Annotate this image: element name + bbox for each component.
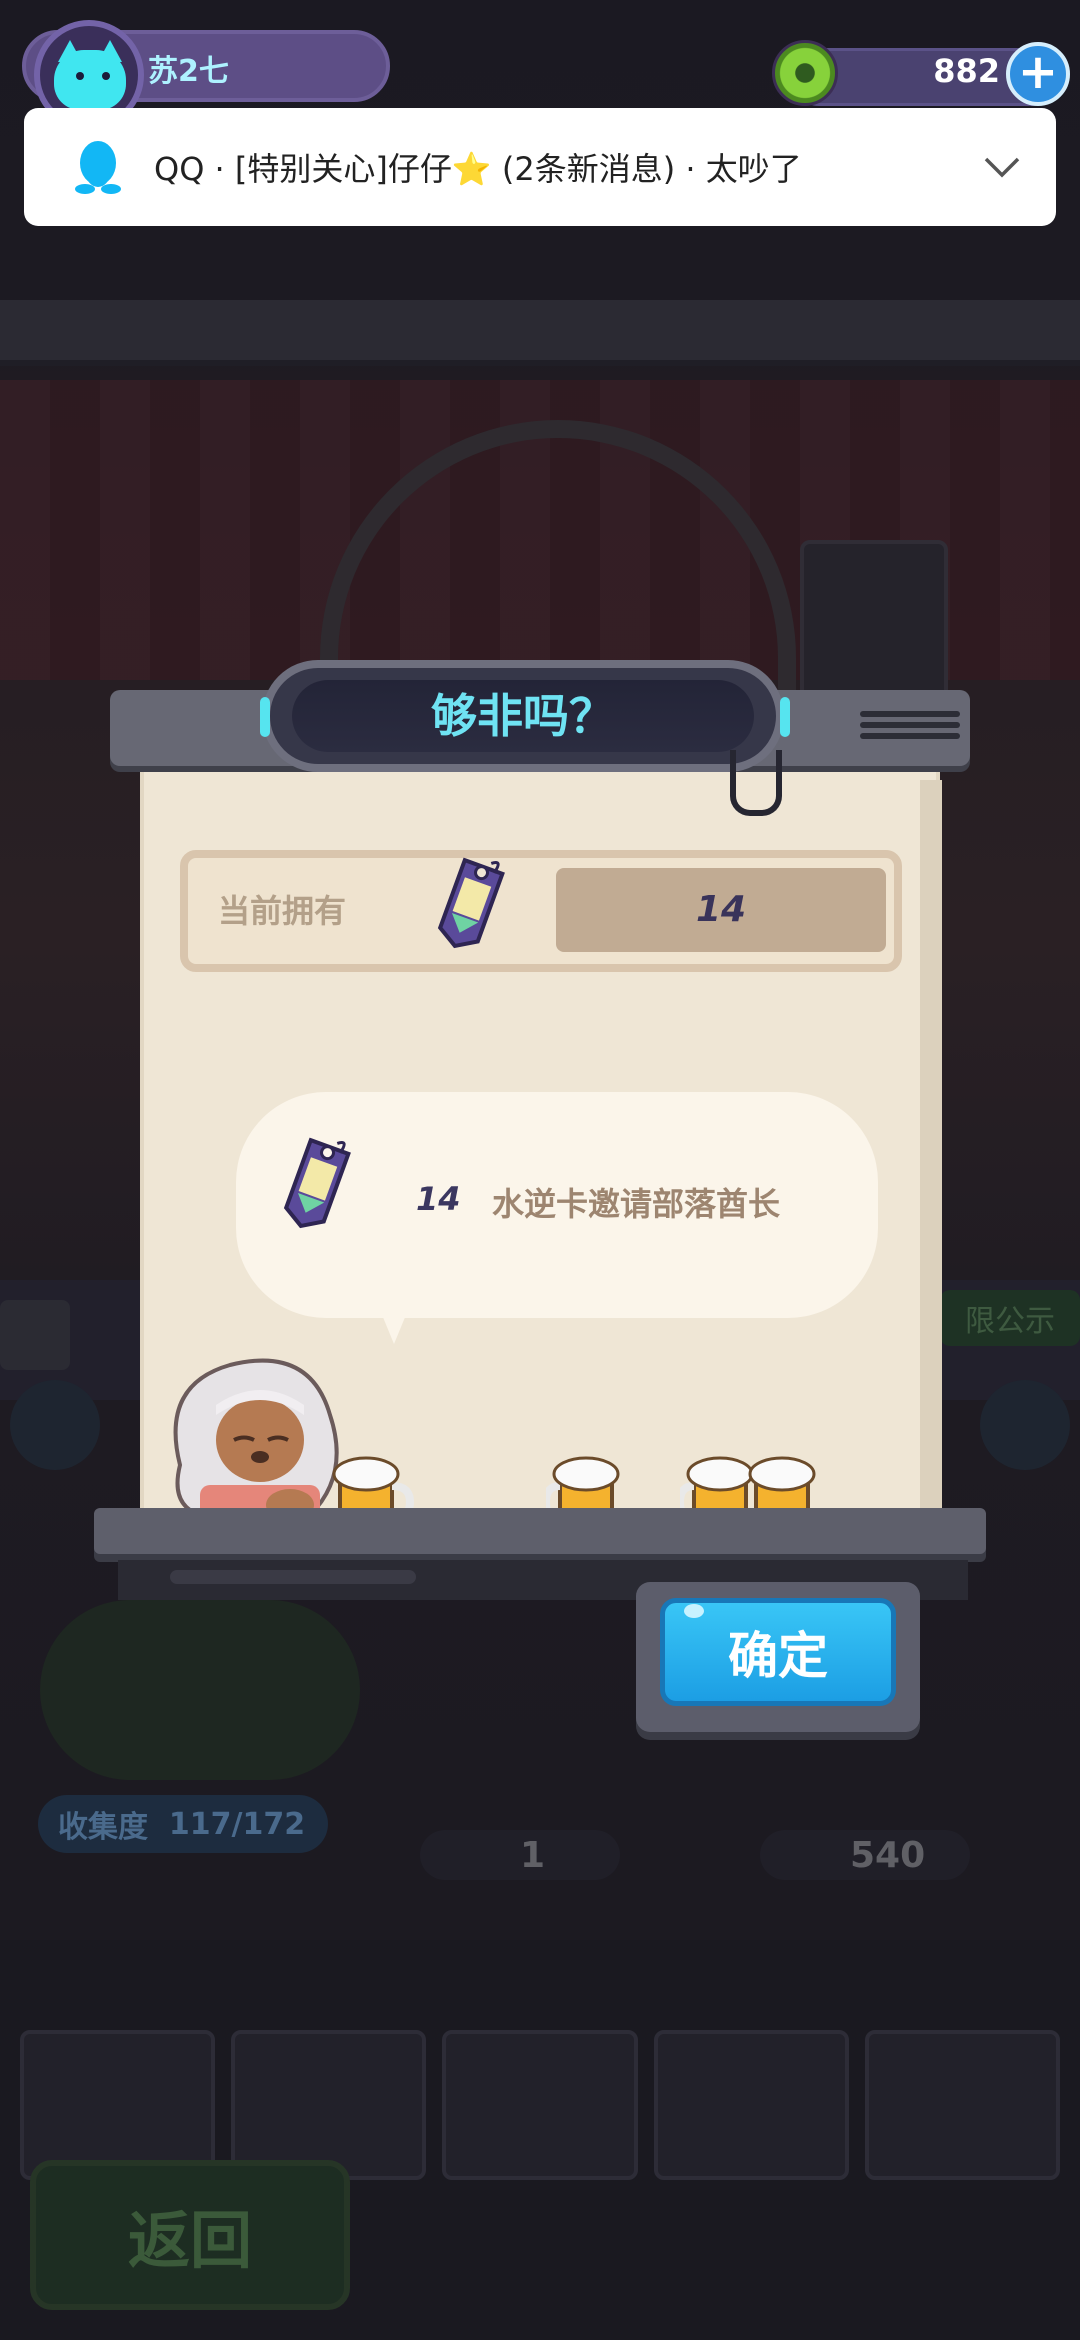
item-slot [20, 2030, 216, 2180]
hook-decoration [730, 750, 782, 816]
ticket-icon [272, 1130, 368, 1244]
item-slot [653, 2030, 849, 2180]
invite-message: 水逆卡邀请部落酋长 [492, 1185, 781, 1223]
chevron-down-icon[interactable] [982, 147, 1022, 187]
player-name: 苏2七 [148, 54, 229, 89]
character-silhouette [40, 1600, 360, 1780]
owned-label: 当前拥有 [218, 892, 347, 930]
paper-edge [920, 780, 942, 1540]
qq-penguin-icon [72, 137, 124, 197]
item-slot [231, 2030, 427, 2180]
item-row [20, 2030, 1061, 2180]
item-count: 1 [420, 1830, 620, 1880]
dialog-title: 够非吗？ [431, 689, 615, 743]
back-button[interactable]: 返回 [30, 2160, 350, 2310]
collection-progress: 收集度 117/172 [38, 1795, 328, 1853]
notification-text: QQ · [特别关心]仔仔⭐ (2条新消息) · 太吵了 [154, 150, 802, 188]
required-count: 14 [416, 1180, 461, 1218]
item-slot [442, 2030, 638, 2180]
coin-icon [772, 40, 838, 106]
side-ticket-icon [0, 1300, 70, 1370]
coin-count: 540 [760, 1830, 970, 1880]
dialog-shelf [94, 1508, 986, 1554]
coin-value: 882 [933, 52, 1000, 90]
side-badge: 限公示 [940, 1290, 1080, 1346]
qq-notification[interactable]: QQ · [特别关心]仔仔⭐ (2条新消息) · 太吵了 [24, 108, 1056, 226]
owned-count: 14 [695, 889, 747, 930]
cat-avatar-icon [54, 50, 126, 110]
prev-arrow-icon [10, 1380, 100, 1470]
add-coin-button[interactable]: + [1006, 42, 1070, 106]
ticket-icon [426, 850, 522, 964]
stage-rail [0, 300, 1080, 366]
next-arrow-icon [980, 1380, 1070, 1470]
vent-decoration [860, 706, 960, 756]
item-slot [864, 2030, 1061, 2180]
